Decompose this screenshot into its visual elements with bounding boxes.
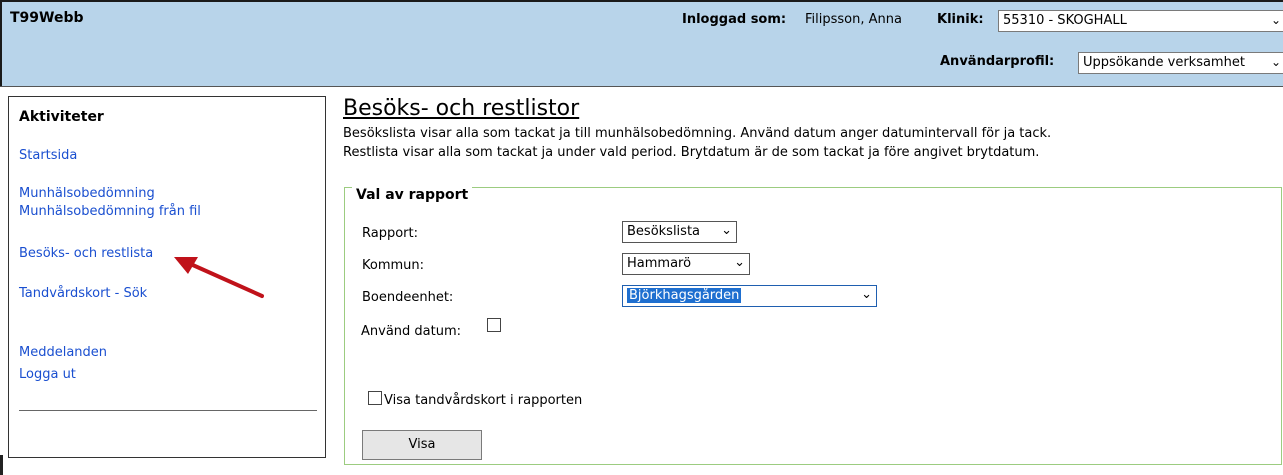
description-line-1: Besökslista visar alla som tackat ja til…: [343, 126, 1052, 141]
sidebar-title: Aktiviteter: [19, 109, 104, 125]
use-date-label: Använd datum:: [361, 324, 462, 339]
app-title: T99Webb: [10, 10, 84, 26]
boende-label: Boendeenhet:: [362, 290, 454, 305]
annotation-arrow-icon: [174, 257, 264, 298]
sidebar: Aktiviteter Startsida Munhälsobedömning …: [8, 96, 326, 458]
section-title: Val av rapport: [352, 187, 473, 203]
kommun-select[interactable]: Hammarö ⌄: [622, 253, 750, 275]
window-edge: [0, 455, 3, 475]
rapport-label: Rapport:: [362, 226, 418, 241]
sidebar-item-tandvardskort-sok[interactable]: Tandvårdskort - Sök: [19, 286, 147, 301]
sidebar-item-startsida[interactable]: Startsida: [19, 148, 77, 163]
chevron-down-icon: ⌄: [861, 287, 872, 302]
header-bar: T99Webb Inloggad som: Filipsson, Anna Kl…: [0, 0, 1283, 86]
sidebar-item-meddelanden[interactable]: Meddelanden: [19, 345, 107, 360]
header-divider: [0, 86, 1283, 87]
report-selection-panel: [344, 187, 1282, 465]
profile-select[interactable]: Uppsökande verksamhet ⌄: [1078, 52, 1283, 74]
chevron-down-icon: ⌄: [721, 223, 732, 238]
rapport-select-value: Besökslista: [627, 224, 701, 239]
clinic-label: Klinik:: [937, 12, 984, 27]
clinic-select-value: 55310 - SKOGHALL: [1003, 13, 1127, 28]
kommun-select-value: Hammarö: [627, 256, 692, 271]
sidebar-item-logga-ut[interactable]: Logga ut: [19, 367, 76, 382]
chevron-down-icon: ⌄: [734, 255, 745, 270]
show-card-checkbox[interactable]: [368, 391, 382, 405]
sidebar-divider: [19, 410, 317, 411]
sidebar-item-besoks-restlista[interactable]: Besöks- och restlista: [19, 246, 153, 261]
page-title: Besöks- och restlistor: [343, 96, 580, 121]
logged-in-label: Inloggad som:: [682, 12, 787, 27]
sidebar-item-munhalsobedomning-fil[interactable]: Munhälsobedömning från fil: [19, 204, 201, 219]
sidebar-item-munhalsobedomning[interactable]: Munhälsobedömning: [19, 186, 155, 201]
show-button[interactable]: Visa: [362, 430, 482, 460]
description-line-2: Restlista visar alla som tackat ja under…: [343, 145, 1040, 160]
chevron-down-icon: ⌄: [1270, 55, 1281, 69]
boende-select-value: Björkhagsgården: [627, 288, 742, 303]
profile-label: Användarprofil:: [940, 54, 1055, 69]
chevron-down-icon: ⌄: [1270, 13, 1281, 27]
rapport-select[interactable]: Besökslista ⌄: [622, 221, 737, 243]
kommun-label: Kommun:: [362, 258, 425, 273]
boende-select[interactable]: Björkhagsgården ⌄: [622, 285, 877, 307]
use-date-checkbox[interactable]: [487, 318, 501, 332]
profile-select-value: Uppsökande verksamhet: [1083, 55, 1245, 70]
show-card-label: Visa tandvårdskort i rapporten: [384, 393, 583, 408]
clinic-select[interactable]: 55310 - SKOGHALL ⌄: [998, 10, 1283, 32]
logged-in-user: Filipsson, Anna: [805, 12, 902, 27]
